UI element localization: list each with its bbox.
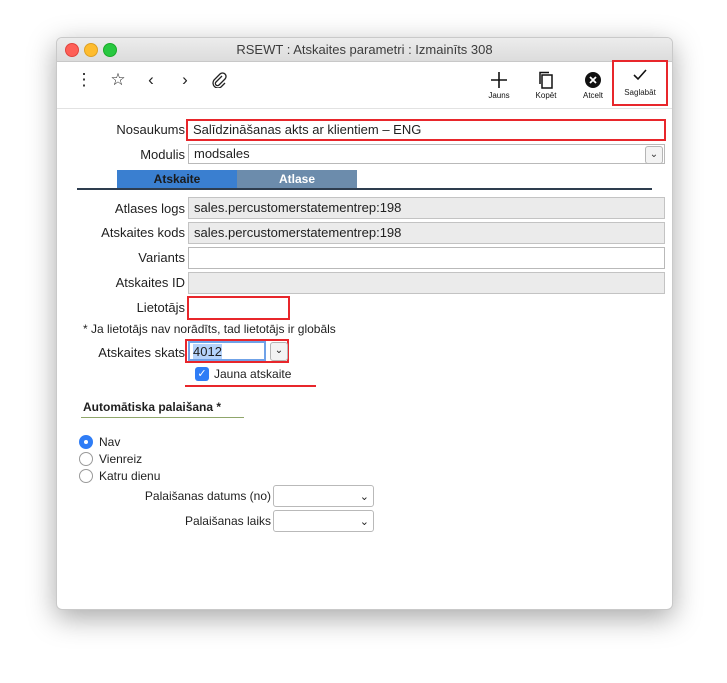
- radio-vienreiz[interactable]: [79, 452, 93, 466]
- nosaukums-input[interactable]: Salīdzināšanas akts ar klientiem – ENG: [186, 119, 666, 141]
- plus-icon: [479, 68, 519, 90]
- new-button-label: Jauns: [488, 91, 510, 100]
- skats-dropdown-button[interactable]: ⌄: [270, 342, 288, 361]
- new-button[interactable]: Jauns: [479, 68, 519, 100]
- lietotajs-input[interactable]: [187, 296, 290, 320]
- paperclip-icon[interactable]: [208, 69, 230, 91]
- cancel-button-label: Atcelt: [582, 91, 603, 100]
- lietotajs-label: Lietotājs: [136, 300, 185, 315]
- star-icon[interactable]: ☆: [107, 69, 129, 91]
- skats-input[interactable]: 4012: [188, 341, 266, 361]
- auto-run-heading: Automātiska palaišana *: [83, 400, 222, 414]
- chevron-down-icon: ⌄: [274, 345, 284, 356]
- skats-label: Atskaites skats: [98, 345, 185, 360]
- copy-button-label: Kopēt: [535, 91, 557, 100]
- laiks-label: Palaišanas laiks: [184, 514, 271, 528]
- modulis-label: Modulis: [140, 147, 185, 162]
- jauna-atskaite-checkbox[interactable]: ✓: [195, 367, 209, 381]
- copy-button[interactable]: Kopēt: [526, 68, 566, 100]
- save-button[interactable]: Saglabāt: [612, 60, 668, 106]
- radio-katru-dienu-label: Katru dienu: [99, 469, 161, 483]
- variants-input[interactable]: [188, 247, 665, 269]
- modulis-value: modsales: [194, 146, 250, 161]
- atlases-logs-label: Atlases logs: [114, 201, 185, 216]
- vertical-dots-icon[interactable]: ⋮: [73, 69, 95, 91]
- tab-atlase[interactable]: Atlase: [237, 170, 357, 188]
- cancel-x-circle-icon: [573, 68, 613, 90]
- skats-value: 4012: [193, 344, 222, 359]
- auto-run-divider: [81, 417, 244, 418]
- radio-nav[interactable]: [79, 435, 93, 449]
- nosaukums-label: Nosaukums: [116, 122, 185, 137]
- laiks-select[interactable]: ⌄: [273, 510, 374, 532]
- zoom-window-button[interactable]: [103, 43, 117, 57]
- report-params-form: Nosaukums Salīdzināšanas akts ar klienti…: [57, 109, 672, 609]
- checkmark-icon: ✓: [197, 368, 207, 380]
- lietotajs-note: * Ja lietotājs nav norādīts, tad lietotā…: [83, 322, 336, 336]
- toolbar: ⋮ ☆ ‹ › Jauns Kopēt Atcelt Saglabāt: [57, 60, 672, 109]
- atskaites-id-label: Atskaites ID: [115, 275, 185, 290]
- save-button-label: Saglabāt: [624, 88, 656, 97]
- atskaites-kods-field: sales.percustomerstatementrep:198: [188, 222, 665, 244]
- variants-label: Variants: [138, 250, 185, 265]
- cancel-button[interactable]: Atcelt: [573, 68, 613, 100]
- radio-vienreiz-label: Vienreiz: [99, 452, 143, 466]
- datums-label: Palaišanas datums (no): [144, 489, 271, 503]
- atlases-logs-field: sales.percustomerstatementrep:198: [188, 197, 665, 219]
- datums-select[interactable]: ⌄: [273, 485, 374, 507]
- atskaites-id-field: [188, 272, 665, 294]
- radio-nav-label: Nav: [99, 435, 121, 449]
- chevron-left-icon[interactable]: ‹: [140, 69, 162, 91]
- window-title: RSEWT : Atskaites parametri : Izmainīts …: [236, 42, 493, 57]
- chevron-down-icon: ⌄: [359, 491, 369, 503]
- close-window-button[interactable]: [65, 43, 79, 57]
- jauna-atskaite-label: Jauna atskaite: [214, 367, 292, 381]
- tab-divider: [77, 188, 652, 190]
- checkmark-icon: [614, 67, 666, 86]
- chevron-down-icon: ⌄: [359, 516, 369, 528]
- copy-icon: [526, 68, 566, 90]
- radio-katru-dienu[interactable]: [79, 469, 93, 483]
- app-window: RSEWT : Atskaites parametri : Izmainīts …: [56, 37, 673, 610]
- title-bar: RSEWT : Atskaites parametri : Izmainīts …: [57, 38, 672, 62]
- jauna-atskaite-underline: [185, 385, 316, 387]
- atskaites-kods-label: Atskaites kods: [101, 225, 185, 240]
- modulis-select[interactable]: modsales ⌄: [188, 144, 665, 164]
- chevron-right-icon[interactable]: ›: [174, 69, 196, 91]
- chevron-down-icon: ⌄: [645, 146, 663, 164]
- minimize-window-button[interactable]: [84, 43, 98, 57]
- tab-atskaite[interactable]: Atskaite: [117, 170, 237, 188]
